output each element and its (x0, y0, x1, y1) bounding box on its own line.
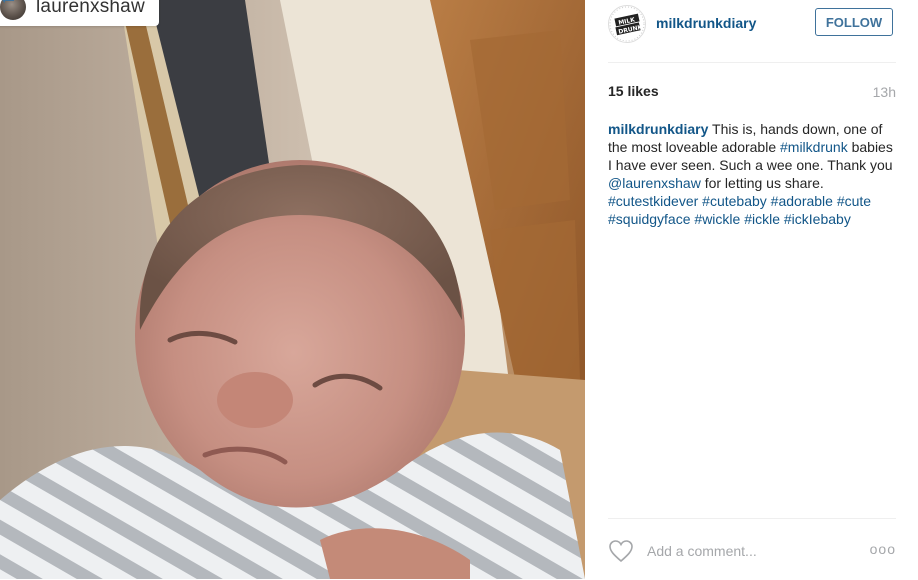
caption-username[interactable]: milkdrunkdiary (608, 121, 708, 137)
comment-input[interactable]: Add a comment... (647, 543, 757, 559)
hashtag-link[interactable]: #cutebaby (702, 193, 767, 209)
hashtag-link[interactable]: #ickle (744, 211, 780, 227)
caption-text: for letting us share. (700, 175, 824, 191)
avatar[interactable]: MILK DRUNK (608, 5, 646, 43)
heart-icon[interactable] (608, 539, 634, 563)
hashtag-link[interactable]: #adorable (771, 193, 833, 209)
hashtag-link[interactable]: #cute (837, 193, 871, 209)
follow-button[interactable]: FOLLOW (815, 8, 893, 36)
post-header: MILK DRUNK milkdrunkdiary FOLLOW (608, 0, 896, 63)
hashtag-link[interactable]: #squidgyface (608, 211, 691, 227)
post-timestamp[interactable]: 13h (873, 84, 896, 100)
hashtag-link[interactable]: #milkdrunk (780, 139, 848, 155)
regram-icon (2, 0, 14, 3)
post-photo[interactable]: laurenxshaw (0, 0, 585, 579)
comment-bar: Add a comment... ooo (608, 518, 896, 580)
baby-photo-illustration (0, 0, 585, 579)
regram-badge[interactable]: laurenxshaw (0, 0, 159, 26)
post-sidebar: MILK DRUNK milkdrunkdiary FOLLOW 15 like… (585, 0, 918, 579)
mention-link[interactable]: @laurenxshaw (608, 175, 701, 191)
regram-username[interactable]: laurenxshaw (36, 0, 145, 18)
post-username[interactable]: milkdrunkdiary (656, 15, 756, 31)
post-caption: milkdrunkdiary This is, hands down, one … (608, 120, 898, 228)
hashtag-link[interactable]: #wickle (694, 211, 740, 227)
more-options-icon[interactable]: ooo (870, 541, 896, 557)
milkdrunk-logo-icon: MILK DRUNK (609, 6, 645, 42)
likes-count[interactable]: 15 likes (608, 83, 659, 99)
hashtag-link[interactable]: #cutestkidever (608, 193, 698, 209)
hashtag-link[interactable]: #ickIebaby (784, 211, 851, 227)
